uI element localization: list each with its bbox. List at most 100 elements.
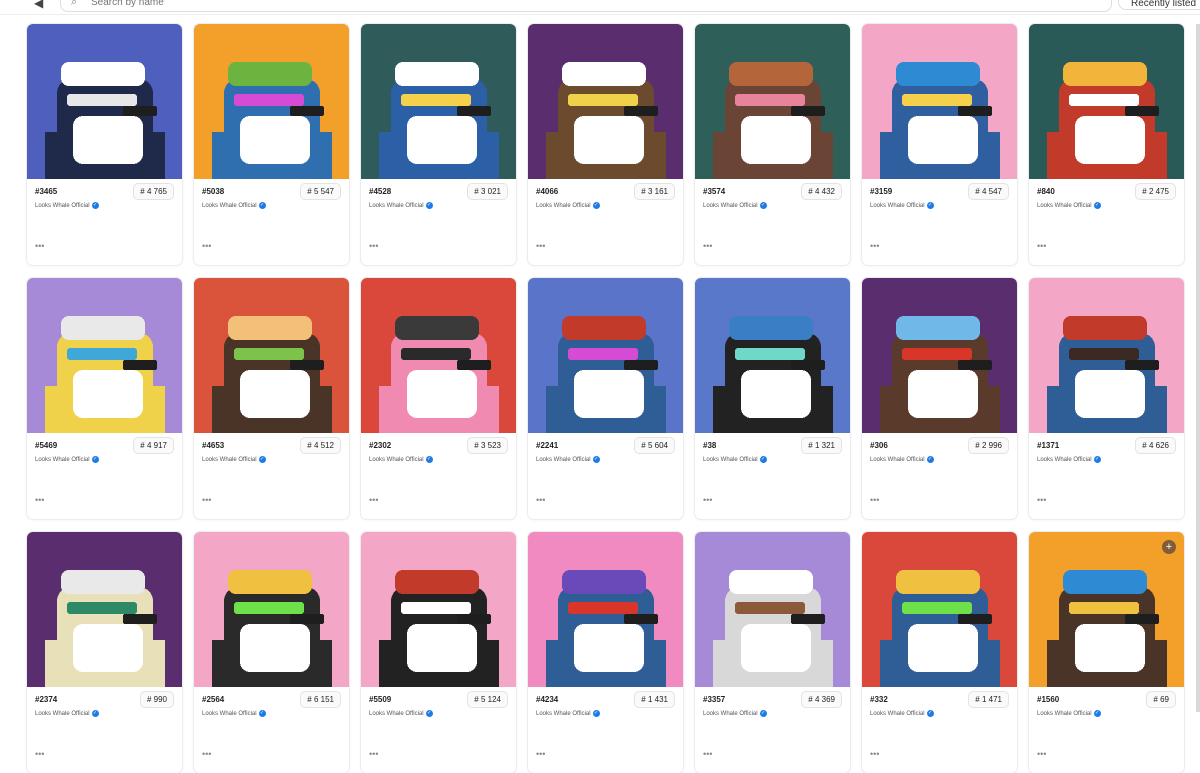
- nft-artwork[interactable]: [27, 532, 182, 687]
- card-info: #3357 # 4 369 Looks Whale Official ✓ •••: [695, 687, 850, 773]
- nft-artwork[interactable]: [862, 532, 1017, 687]
- collection-name[interactable]: Looks Whale Official ✓: [35, 456, 99, 463]
- collection-name[interactable]: Looks Whale Official ✓: [35, 202, 99, 209]
- nft-artwork[interactable]: [695, 24, 850, 179]
- nft-card[interactable]: #306 # 2 996 Looks Whale Official ✓ •••: [862, 278, 1017, 519]
- nft-card[interactable]: #2564 # 6 151 Looks Whale Official ✓ •••: [194, 532, 349, 773]
- nft-artwork[interactable]: [194, 278, 349, 433]
- collection-name[interactable]: Looks Whale Official ✓: [202, 710, 266, 717]
- card-info: #4066 # 3 161 Looks Whale Official ✓ •••: [528, 179, 683, 265]
- collection-name[interactable]: Looks Whale Official ✓: [1037, 456, 1101, 463]
- collection-name[interactable]: Looks Whale Official ✓: [536, 456, 600, 463]
- collection-name[interactable]: Looks Whale Official ✓: [536, 202, 600, 209]
- nft-artwork[interactable]: [695, 532, 850, 687]
- back-arrow-icon[interactable]: ◀: [34, 0, 43, 10]
- more-options-icon[interactable]: •••: [870, 241, 879, 251]
- collection-name[interactable]: Looks Whale Official ✓: [703, 710, 767, 717]
- nft-artwork[interactable]: [695, 278, 850, 433]
- rarity-rank-badge: # 4 626: [1135, 437, 1176, 454]
- collection-name[interactable]: Looks Whale Official ✓: [1037, 710, 1101, 717]
- collection-name[interactable]: Looks Whale Official ✓: [870, 202, 934, 209]
- more-options-icon[interactable]: •••: [703, 749, 712, 759]
- card-info: #332 # 1 471 Looks Whale Official ✓ •••: [862, 687, 1017, 773]
- nft-card[interactable]: #2241 # 5 604 Looks Whale Official ✓ •••: [528, 278, 683, 519]
- more-options-icon[interactable]: •••: [35, 495, 44, 505]
- collection-name[interactable]: Looks Whale Official ✓: [536, 710, 600, 717]
- token-id: #5038: [202, 187, 225, 196]
- more-options-icon[interactable]: •••: [1037, 749, 1046, 759]
- whale-illustration: [379, 62, 499, 179]
- nft-card[interactable]: #5038 # 5 547 Looks Whale Official ✓ •••: [194, 24, 349, 265]
- nft-card[interactable]: #332 # 1 471 Looks Whale Official ✓ •••: [862, 532, 1017, 773]
- collection-name[interactable]: Looks Whale Official ✓: [703, 456, 767, 463]
- more-options-icon[interactable]: •••: [703, 241, 712, 251]
- collection-name[interactable]: Looks Whale Official ✓: [202, 202, 266, 209]
- collection-name[interactable]: Looks Whale Official ✓: [369, 456, 433, 463]
- nft-artwork[interactable]: [528, 24, 683, 179]
- collection-name[interactable]: Looks Whale Official ✓: [870, 710, 934, 717]
- more-options-icon[interactable]: •••: [35, 241, 44, 251]
- search-box[interactable]: ⌕: [60, 0, 1112, 12]
- whale-illustration: [379, 570, 499, 687]
- verified-check-icon: ✓: [592, 202, 600, 209]
- sort-select[interactable]: Recently listed: [1118, 0, 1200, 10]
- nft-artwork[interactable]: [862, 278, 1017, 433]
- more-options-icon[interactable]: •••: [536, 495, 545, 505]
- nft-artwork[interactable]: [528, 532, 683, 687]
- collection-name[interactable]: Looks Whale Official ✓: [870, 456, 934, 463]
- nft-artwork[interactable]: [361, 532, 516, 687]
- nft-artwork[interactable]: [361, 278, 516, 433]
- nft-card[interactable]: #3357 # 4 369 Looks Whale Official ✓ •••: [695, 532, 850, 773]
- collection-name[interactable]: Looks Whale Official ✓: [703, 202, 767, 209]
- more-options-icon[interactable]: •••: [202, 749, 211, 759]
- more-options-icon[interactable]: •••: [703, 495, 712, 505]
- collection-name[interactable]: Looks Whale Official ✓: [369, 710, 433, 717]
- more-options-icon[interactable]: •••: [870, 749, 879, 759]
- nft-card[interactable]: #840 # 2 475 Looks Whale Official ✓ •••: [1029, 24, 1184, 265]
- nft-card[interactable]: #4528 # 3 021 Looks Whale Official ✓ •••: [361, 24, 516, 265]
- nft-card[interactable]: #3574 # 4 432 Looks Whale Official ✓ •••: [695, 24, 850, 265]
- more-options-icon[interactable]: •••: [35, 749, 44, 759]
- nft-card[interactable]: #3465 # 4 765 Looks Whale Official ✓ •••: [27, 24, 182, 265]
- nft-card[interactable]: + #1560 # 69 Looks Whale Official ✓ •••: [1029, 532, 1184, 773]
- more-options-icon[interactable]: •••: [536, 749, 545, 759]
- collection-name[interactable]: Looks Whale Official ✓: [35, 710, 99, 717]
- more-options-icon[interactable]: •••: [202, 495, 211, 505]
- nft-artwork[interactable]: [27, 278, 182, 433]
- card-info: #2374 # 990 Looks Whale Official ✓ •••: [27, 687, 182, 773]
- more-options-icon[interactable]: •••: [1037, 495, 1046, 505]
- more-options-icon[interactable]: •••: [369, 749, 378, 759]
- nft-card[interactable]: #4234 # 1 431 Looks Whale Official ✓ •••: [528, 532, 683, 773]
- search-input[interactable]: [89, 0, 993, 10]
- more-options-icon[interactable]: •••: [536, 241, 545, 251]
- nft-artwork[interactable]: [862, 24, 1017, 179]
- nft-card[interactable]: #4653 # 4 512 Looks Whale Official ✓ •••: [194, 278, 349, 519]
- nft-card[interactable]: #3159 # 4 547 Looks Whale Official ✓ •••: [862, 24, 1017, 265]
- more-options-icon[interactable]: •••: [202, 241, 211, 251]
- more-options-icon[interactable]: •••: [870, 495, 879, 505]
- nft-card[interactable]: #4066 # 3 161 Looks Whale Official ✓ •••: [528, 24, 683, 265]
- nft-card[interactable]: #2374 # 990 Looks Whale Official ✓ •••: [27, 532, 182, 773]
- collection-name[interactable]: Looks Whale Official ✓: [202, 456, 266, 463]
- more-options-icon[interactable]: •••: [1037, 241, 1046, 251]
- nft-artwork[interactable]: [27, 24, 182, 179]
- nft-artwork[interactable]: [361, 24, 516, 179]
- collection-name[interactable]: Looks Whale Official ✓: [369, 202, 433, 209]
- nft-card[interactable]: #38 # 1 321 Looks Whale Official ✓ •••: [695, 278, 850, 519]
- more-options-icon[interactable]: •••: [369, 495, 378, 505]
- more-options-icon[interactable]: •••: [369, 241, 378, 251]
- nft-artwork[interactable]: +: [1029, 532, 1184, 687]
- nft-card[interactable]: #5469 # 4 917 Looks Whale Official ✓ •••: [27, 278, 182, 519]
- rarity-rank-badge: # 1 321: [801, 437, 842, 454]
- nft-artwork[interactable]: [528, 278, 683, 433]
- card-info: #38 # 1 321 Looks Whale Official ✓ •••: [695, 433, 850, 519]
- nft-artwork[interactable]: [1029, 278, 1184, 433]
- nft-card[interactable]: #1371 # 4 626 Looks Whale Official ✓ •••: [1029, 278, 1184, 519]
- nft-card[interactable]: #2302 # 3 523 Looks Whale Official ✓ •••: [361, 278, 516, 519]
- nft-artwork[interactable]: [1029, 24, 1184, 179]
- nft-card[interactable]: #5509 # 5 124 Looks Whale Official ✓ •••: [361, 532, 516, 773]
- nft-artwork[interactable]: [194, 24, 349, 179]
- collection-name[interactable]: Looks Whale Official ✓: [1037, 202, 1101, 209]
- add-icon[interactable]: +: [1162, 540, 1176, 554]
- nft-artwork[interactable]: [194, 532, 349, 687]
